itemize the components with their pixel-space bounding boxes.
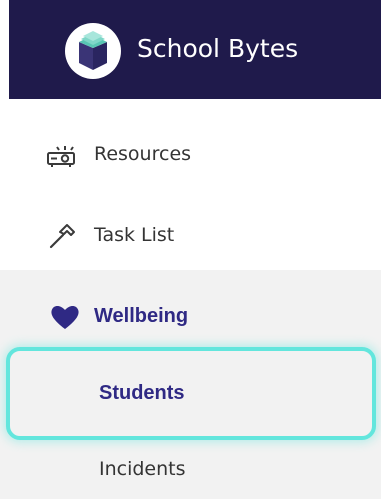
hammer-icon [49,224,75,249]
projector-icon [47,146,75,167]
nav-label-task-list: Task List [94,224,175,246]
brand-header[interactable]: School Bytes [9,0,381,99]
sidebar: School Bytes Resources Task List Wellbei… [0,0,381,499]
nav-label-wellbeing: Wellbeing [94,305,189,327]
subnav-item-students[interactable]: Students [0,347,381,440]
book-logo-icon [65,23,121,79]
focus-highlight [6,347,376,440]
brand-name: School Bytes [137,34,299,63]
nav-item-wellbeing[interactable]: Wellbeing [0,277,381,357]
heart-icon [51,306,79,329]
nav-label-resources: Resources [94,143,192,165]
subnav-label-incidents: Incidents [99,458,186,480]
subnav-label-students: Students [99,382,185,404]
nav-item-resources[interactable]: Resources [0,115,381,195]
nav-item-task-list[interactable]: Task List [0,196,381,276]
subnav-item-incidents[interactable]: Incidents [0,440,381,499]
